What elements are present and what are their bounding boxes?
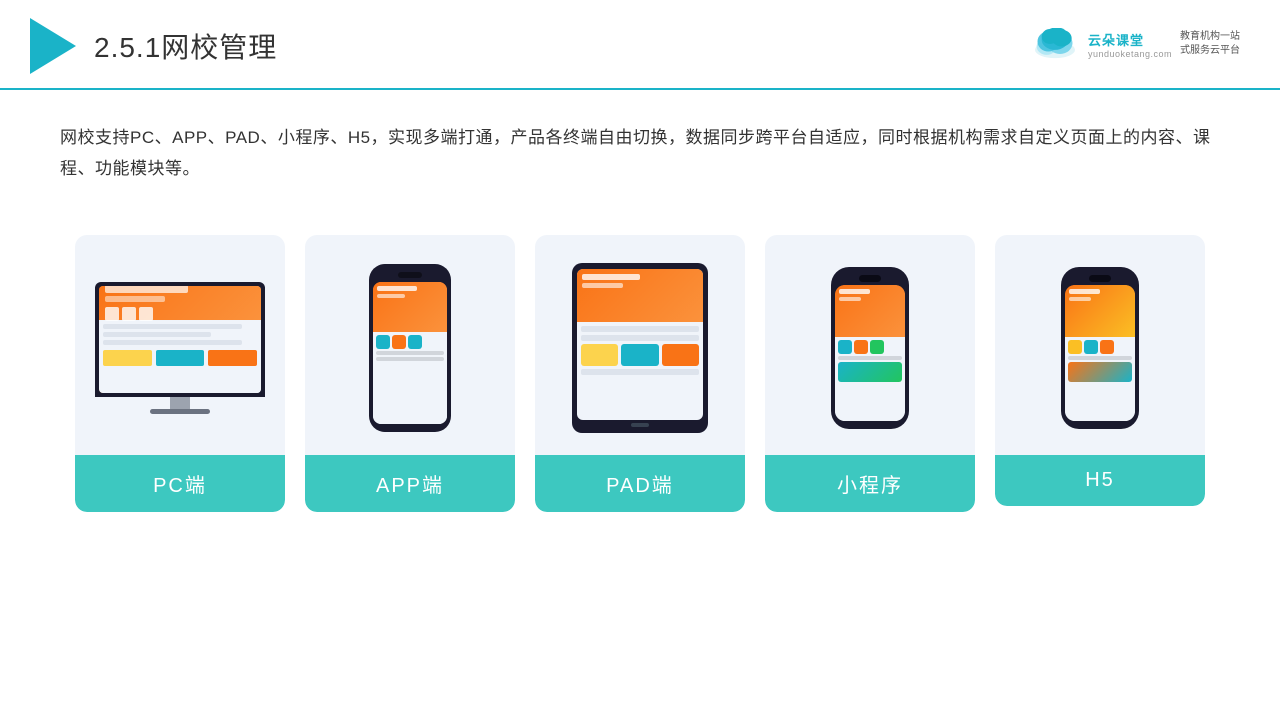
h5-phone-device [1061, 267, 1139, 429]
phone-banner-text [377, 286, 417, 291]
phone-icon-row-2 [838, 340, 902, 354]
monitor-line-3 [103, 340, 242, 345]
brand-slogan-line1: 教育机构一站 [1180, 30, 1240, 44]
phone-line-1 [376, 351, 444, 355]
phone-icon-row-1 [376, 335, 444, 349]
title-number: 2.5.1 [94, 32, 161, 63]
card-app-label: APP端 [305, 455, 515, 512]
card-h5-label: H5 [995, 455, 1205, 506]
phone-screen-inner [373, 282, 447, 424]
brand-name: 云朵课堂 [1088, 30, 1144, 49]
phone-icon-9 [1100, 340, 1114, 354]
card-h5: H5 [995, 235, 1205, 506]
tablet-boxes [581, 344, 699, 366]
monitor-stand [170, 397, 190, 409]
tablet-bottom [577, 322, 703, 420]
description-text: 网校支持PC、APP、PAD、小程序、H5，实现多端打通，产品各终端自由切换，数… [0, 90, 1280, 205]
monitor-line-1 [103, 324, 242, 329]
card-pad: PAD端 [535, 235, 745, 512]
phone-icon-8 [1084, 340, 1098, 354]
phone-line-3 [838, 356, 902, 360]
card-app-image [305, 235, 515, 455]
phone-outer-3 [1061, 267, 1139, 429]
phone-line-2 [376, 357, 444, 361]
tablet-line-3 [581, 369, 699, 375]
card-miniprogram-label: 小程序 [765, 455, 975, 512]
phone-icon-1 [376, 335, 390, 349]
monitor-line-2 [103, 332, 211, 337]
tablet-outer [572, 263, 708, 433]
title-text: 网校管理 [161, 32, 277, 63]
brand-slogan: 教育机构一站 式服务云平台 [1180, 30, 1240, 58]
phone-body-2 [835, 337, 905, 421]
monitor-base [150, 409, 210, 414]
phone-icon-row-3 [1068, 340, 1132, 354]
phone-icon-5 [854, 340, 868, 354]
phone-screen-inner-3 [1065, 285, 1135, 421]
phone-icon-4 [838, 340, 852, 354]
phone-header-bar-2 [835, 285, 905, 337]
phone-icon-3 [408, 335, 422, 349]
brand-url: yunduoketang.com [1088, 49, 1172, 59]
card-pc-image [75, 235, 285, 455]
header: 2.5.1网校管理 云朵课堂 yunduoketang.com 教育机构一站 式… [0, 0, 1280, 90]
miniprogram-phone-device [831, 267, 909, 429]
phone-screen-3 [1065, 285, 1135, 421]
cloud-icon [1030, 28, 1080, 60]
phone-header-bar-3 [1065, 285, 1135, 337]
cards-container: PC端 [0, 215, 1280, 512]
monitor-screen-top [99, 286, 261, 320]
card-pad-image [535, 235, 745, 455]
monitor-body [95, 282, 265, 397]
brand-slogan-line2: 式服务云平台 [1180, 44, 1240, 58]
description-content: 网校支持PC、APP、PAD、小程序、H5，实现多端打通，产品各终端自由切换，数… [60, 122, 1220, 185]
card-pc-label: PC端 [75, 455, 285, 512]
page-title: 2.5.1网校管理 [94, 26, 277, 66]
pc-device [95, 282, 265, 414]
phone-notch [398, 272, 422, 278]
phone-body-3 [1065, 337, 1135, 421]
phone-outer [369, 264, 451, 432]
phone-screen-2 [835, 285, 905, 421]
phone-body [373, 332, 447, 424]
brand-text: 云朵课堂 yunduoketang.com [1088, 30, 1172, 59]
brand-logo: 云朵课堂 yunduoketang.com 教育机构一站 式服务云平台 [1030, 28, 1240, 60]
card-miniprogram-image [765, 235, 975, 455]
phone-banner-4 [1068, 362, 1132, 382]
pad-device [572, 263, 708, 433]
card-pad-label: PAD端 [535, 455, 745, 512]
phone-screen-inner-2 [835, 285, 905, 421]
app-phone-device [369, 264, 451, 432]
tablet-line-1 [581, 326, 699, 332]
tablet-line-2 [581, 335, 699, 341]
tablet-top-bar [577, 269, 703, 322]
card-h5-image [995, 235, 1205, 455]
logo-triangle [30, 18, 76, 74]
tablet-home-button [631, 423, 649, 427]
phone-icon-2 [392, 335, 406, 349]
tablet-box-1 [581, 344, 618, 366]
phone-outer-2 [831, 267, 909, 429]
monitor-screen-bottom [99, 320, 261, 393]
tablet-box-2 [621, 344, 658, 366]
phone-banner-text2 [377, 294, 405, 298]
card-pc: PC端 [75, 235, 285, 512]
tablet-screen [577, 269, 703, 420]
phone-line-4 [1068, 356, 1132, 360]
phone-icon-7 [1068, 340, 1082, 354]
monitor-screen [99, 286, 261, 393]
phone-notch-2 [859, 275, 881, 282]
card-app: APP端 [305, 235, 515, 512]
phone-screen [373, 282, 447, 424]
phone-icon-6 [870, 340, 884, 354]
phone-banner-3 [838, 362, 902, 382]
phone-header-bar [373, 282, 447, 332]
card-miniprogram: 小程序 [765, 235, 975, 512]
phone-notch-3 [1089, 275, 1111, 282]
tablet-box-3 [662, 344, 699, 366]
